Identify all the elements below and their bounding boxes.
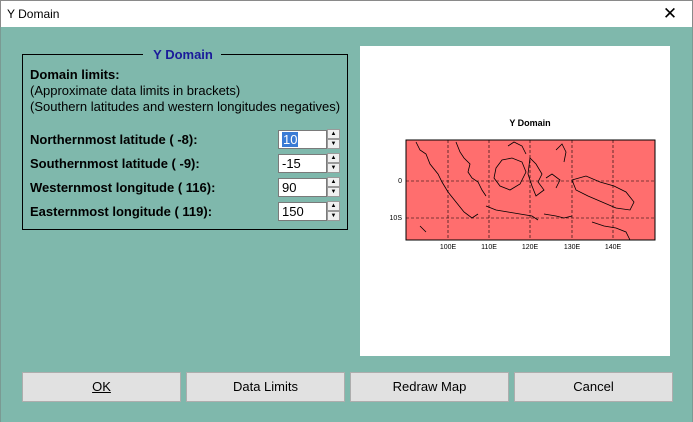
negatives-note: (Southern latitudes and western longitud…	[30, 99, 341, 114]
x-tick-label: 130E	[564, 244, 581, 251]
cancel-button[interactable]: Cancel	[514, 372, 673, 402]
domain-limits-heading: Domain limits:	[30, 67, 120, 82]
easternmost-longitude-spinner[interactable]: ▲ ▼	[327, 201, 340, 222]
redraw-map-button[interactable]: Redraw Map	[350, 372, 509, 402]
northernmost-latitude-input[interactable]: 10	[278, 130, 327, 149]
close-icon[interactable]: ✕	[658, 3, 682, 25]
groupbox-border	[221, 54, 348, 55]
spin-down-icon[interactable]: ▼	[327, 139, 340, 149]
x-tick-label: 120E	[522, 244, 539, 251]
ok-button[interactable]: OK	[22, 372, 181, 402]
groupbox-title: Y Domain	[153, 47, 213, 62]
spin-up-icon[interactable]: ▲	[327, 201, 340, 211]
westernmost-longitude-label: Westernmost longitude ( 116):	[30, 180, 216, 195]
northernmost-latitude-label: Northernmost latitude ( -8):	[30, 132, 198, 147]
spin-down-icon[interactable]: ▼	[327, 187, 340, 197]
spin-down-icon[interactable]: ▼	[327, 211, 340, 221]
easternmost-longitude-label: Easternmost longitude ( 119):	[30, 204, 213, 219]
y-tick-label: 10S	[390, 215, 403, 222]
y-tick-label: 0	[398, 178, 402, 185]
spin-up-icon[interactable]: ▲	[327, 153, 340, 163]
data-limits-button[interactable]: Data Limits	[186, 372, 345, 402]
southernmost-latitude-input[interactable]: -15	[278, 154, 327, 173]
map-plot-area	[405, 139, 656, 241]
map-preview: Y Domain 0 10S 100E 110E 120E 130E 140E	[390, 118, 656, 251]
x-tick-label: 100E	[440, 244, 457, 251]
window-title: Y Domain	[7, 7, 60, 21]
spin-down-icon[interactable]: ▼	[327, 163, 340, 173]
easternmost-longitude-input[interactable]: 150	[278, 202, 327, 221]
westernmost-longitude-spinner[interactable]: ▲ ▼	[327, 177, 340, 198]
groupbox-border	[22, 54, 143, 55]
southernmost-latitude-label: Southernmost latitude ( -9):	[30, 156, 200, 171]
westernmost-longitude-input[interactable]: 90	[278, 178, 327, 197]
map-preview-panel: Y Domain 0 10S 100E 110E 120E 130E 140E	[360, 46, 670, 356]
southernmost-latitude-spinner[interactable]: ▲ ▼	[327, 153, 340, 174]
spin-up-icon[interactable]: ▲	[327, 177, 340, 187]
northernmost-latitude-spinner[interactable]: ▲ ▼	[327, 129, 340, 150]
title-bar: Y Domain ✕	[0, 0, 693, 27]
map-title: Y Domain	[509, 118, 550, 128]
x-tick-label: 110E	[481, 244, 497, 251]
spin-up-icon[interactable]: ▲	[327, 129, 340, 139]
limits-note: (Approximate data limits in brackets)	[30, 83, 241, 98]
x-tick-label: 140E	[605, 244, 622, 251]
